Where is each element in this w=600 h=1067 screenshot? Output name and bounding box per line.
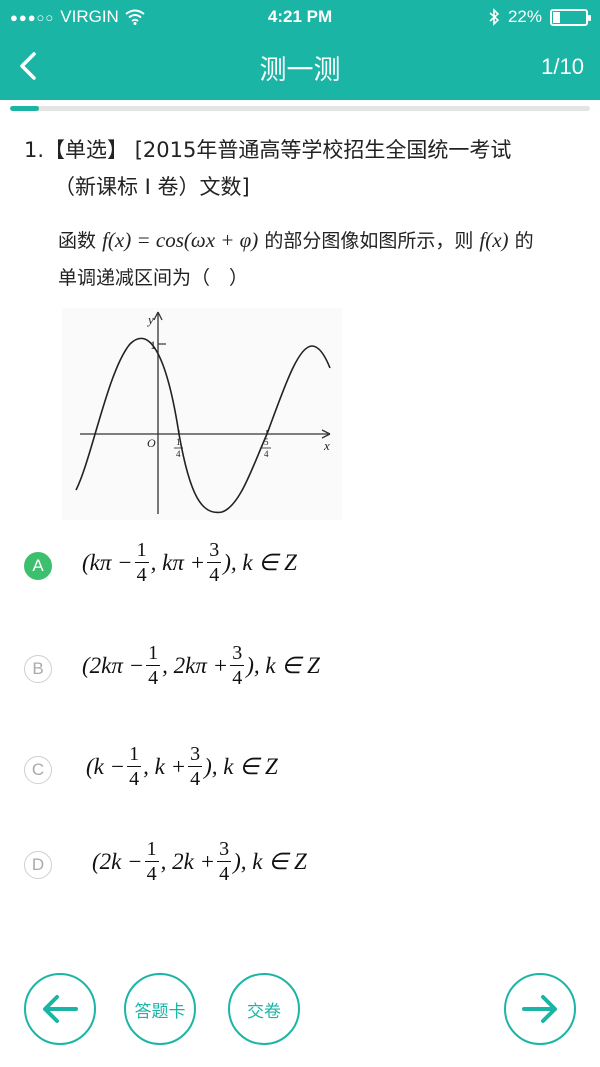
option-formula: (k − 14 , k + 34 ), k ∈ Z: [86, 742, 278, 791]
nav-bar: 测一测 1/10: [0, 34, 600, 100]
option-b[interactable]: B (2kπ − 14 , 2kπ + 34 ), k ∈ Z: [22, 633, 582, 703]
option-letter-badge[interactable]: B: [24, 655, 52, 683]
formula-part: ), k ∈ Z: [223, 549, 297, 575]
x-tick2-num: 5: [264, 437, 269, 447]
cosine-curve: [75, 337, 331, 514]
option-formula: (2kπ − 14 , 2kπ + 34 ), k ∈ Z: [82, 641, 320, 690]
question-stem: 函数 f(x) = cos(ωx + φ) 的部分图像如图所示，则 f(x) 的…: [58, 222, 578, 297]
battery-icon: [550, 8, 591, 26]
origin-label: O: [147, 436, 156, 450]
frac-numerator: 3: [217, 838, 232, 862]
stem-formula: f(x) = cos(ωx + φ): [102, 228, 259, 252]
stem-line-2: 单调递减区间为（ ）: [58, 267, 249, 289]
formula-part: ), k ∈ Z: [204, 753, 278, 779]
option-d[interactable]: D (2k − 14 , 2k + 34 ), k ∈ Z: [22, 829, 582, 899]
question-line-1: 1.【单选】 [2015年普通高等学校招生全国统一考试: [24, 132, 564, 169]
answer-card-button[interactable]: 答题卡: [124, 973, 196, 1045]
stem-line-1: 函数 f(x) = cos(ωx + φ) 的部分图像如图所示，则 f(x) 的: [58, 222, 578, 260]
formula-part: ), k ∈ Z: [246, 652, 320, 678]
next-question-button[interactable]: [504, 973, 576, 1045]
option-c[interactable]: C (k − 14 , k + 34 ), k ∈ Z: [22, 734, 582, 804]
submit-exam-button[interactable]: 交卷: [228, 973, 300, 1045]
fraction: 34: [207, 538, 222, 587]
formula-part: (kπ −: [82, 549, 133, 575]
formula-part: , k +: [143, 753, 187, 779]
option-a[interactable]: A (kπ − 14 , kπ + 34 ), k ∈ Z: [22, 530, 582, 600]
fraction: 14: [144, 837, 159, 886]
stem-formula: f(x): [479, 228, 509, 252]
arrow-left-icon: [43, 995, 78, 1023]
frac-denominator: 4: [209, 564, 220, 586]
formula-part: ), k ∈ Z: [233, 848, 307, 874]
app-header: ●●●○○ VIRGIN 4:21 PM 22% 测一测 1/10: [0, 0, 600, 100]
fraction: 34: [188, 742, 203, 791]
option-letter-badge[interactable]: A: [24, 552, 52, 580]
frac-denominator: 4: [129, 768, 140, 790]
fraction: 14: [146, 641, 161, 690]
fraction: 14: [127, 742, 142, 791]
frac-denominator: 4: [146, 863, 157, 885]
graph-svg: y x O 1 1 4 5 4: [75, 311, 331, 514]
frac-numerator: 1: [134, 539, 149, 563]
fraction: 14: [134, 538, 149, 587]
question-source-line-2: （新课标 I 卷）文数]: [54, 175, 250, 199]
frac-denominator: 4: [136, 564, 147, 586]
stem-text: 函数: [58, 230, 97, 252]
progress-fill: [10, 106, 39, 111]
status-right: 22%: [488, 7, 591, 27]
frac-numerator: 1: [144, 838, 159, 862]
frac-numerator: 1: [146, 642, 161, 666]
x-axis-label: x: [323, 438, 330, 453]
stem-text: 的部分图像如图所示，则: [264, 230, 474, 252]
fraction: 34: [217, 837, 232, 886]
question-source: [2015年普通高等学校招生全国统一考试: [134, 138, 512, 162]
fraction: 34: [230, 641, 245, 690]
progress-bar: [10, 106, 590, 111]
y-tick-label: 1: [150, 338, 156, 352]
option-formula: (2k − 14 , 2k + 34 ), k ∈ Z: [92, 837, 307, 886]
formula-part: , 2k +: [160, 848, 216, 874]
page-indicator: 1/10: [541, 54, 584, 79]
frac-numerator: 3: [188, 743, 203, 767]
page-title: 测一测: [259, 55, 341, 86]
option-formula: (kπ − 14 , kπ + 34 ), k ∈ Z: [82, 538, 297, 587]
formula-part: , kπ +: [150, 549, 206, 575]
function-graph: y x O 1 1 4 5 4: [62, 308, 342, 520]
question-number-type: 1.【单选】: [24, 138, 129, 162]
formula-part: (2kπ −: [82, 652, 145, 678]
x-tick1-num: 1: [176, 437, 181, 447]
option-letter-badge[interactable]: C: [24, 756, 52, 784]
formula-part: (k −: [86, 753, 126, 779]
stem-text: 的: [514, 230, 534, 252]
x-tick1-den: 4: [176, 449, 181, 459]
frac-denominator: 4: [232, 667, 243, 689]
frac-numerator: 1: [127, 743, 142, 767]
question-header: 1.【单选】 [2015年普通高等学校招生全国统一考试 （新课标 I 卷）文数]: [24, 132, 564, 206]
arrow-right-icon: [522, 995, 557, 1023]
formula-part: (2k −: [92, 848, 143, 874]
frac-denominator: 4: [190, 768, 201, 790]
status-bar: ●●●○○ VIRGIN 4:21 PM 22%: [0, 0, 600, 34]
prev-question-button[interactable]: [24, 973, 96, 1045]
frac-denominator: 4: [148, 667, 159, 689]
bluetooth-icon: [489, 8, 500, 26]
frac-numerator: 3: [207, 539, 222, 563]
battery-fill: [553, 11, 561, 23]
frac-numerator: 3: [230, 642, 245, 666]
frac-denominator: 4: [219, 863, 230, 885]
y-axis-label: y: [146, 312, 154, 327]
x-tick2-den: 4: [264, 449, 269, 459]
formula-part: , 2kπ +: [162, 652, 229, 678]
battery-percent: 22%: [507, 7, 542, 26]
option-letter-badge[interactable]: D: [24, 851, 52, 879]
